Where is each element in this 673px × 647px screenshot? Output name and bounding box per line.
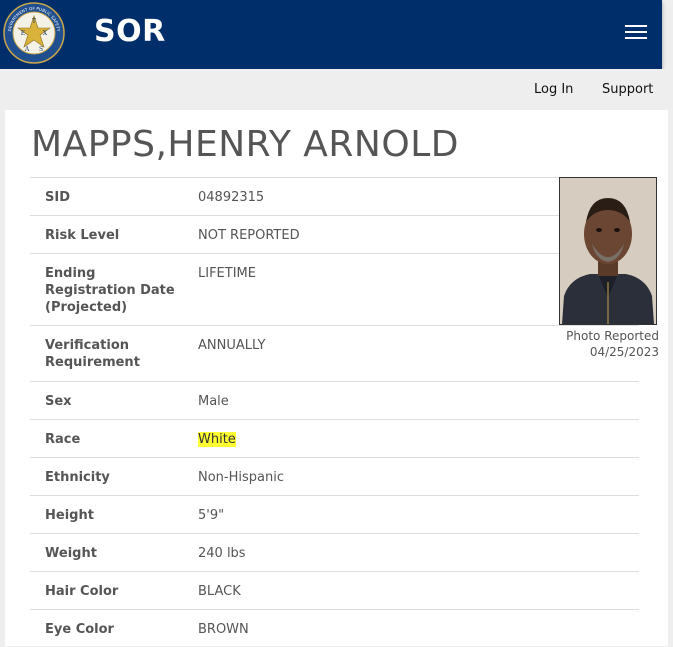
row-value: Non-Hispanic [198, 470, 284, 485]
row-value: NOT REPORTED [198, 228, 300, 243]
row-value: Male [198, 394, 229, 409]
row-label: Verification Requirement [45, 338, 140, 370]
row-label: SID [45, 190, 70, 205]
site-header: T E X A S DEPARTMENT OF PUBLIC SAFETY SO… [0, 0, 662, 69]
table-row: Eye Color BROWN [30, 609, 639, 647]
texas-dps-seal-icon[interactable]: T E X A S DEPARTMENT OF PUBLIC SAFETY [3, 2, 65, 64]
seal-letter-bottom-right: S [39, 46, 43, 53]
table-row: Ethnicity Non-Hispanic [30, 457, 639, 495]
row-value: BROWN [198, 622, 249, 637]
row-label: Hair Color [45, 584, 119, 599]
row-label: Ending Registration Date (Projected) [45, 266, 175, 315]
seal-letter-left: E [21, 30, 25, 37]
row-value: BLACK [198, 584, 241, 599]
table-row: Hair Color BLACK [30, 571, 639, 609]
hamburger-menu-icon[interactable] [620, 20, 652, 44]
table-row: Sex Male [30, 381, 639, 419]
site-brand[interactable]: SOR [94, 13, 166, 51]
photo-reported-label: Photo Reported [566, 329, 659, 343]
offender-portrait-image [560, 178, 656, 324]
row-label: Weight [45, 546, 97, 561]
row-label: Risk Level [45, 228, 120, 243]
row-value: 04892315 [198, 190, 265, 205]
row-value: 240 lbs [198, 546, 246, 561]
table-row: Ending Registration Date (Projected) LIF… [30, 253, 639, 325]
offender-detail-panel: MAPPS,HENRY ARNOLD SID 04892315 Risk Lev… [5, 110, 668, 646]
row-label: Race [45, 432, 81, 447]
photo-caption: Photo Reported 04/25/2023 [545, 328, 659, 360]
offender-details-table: SID 04892315 Risk Level NOT REPORTED End… [30, 177, 639, 647]
table-row: Risk Level NOT REPORTED [30, 215, 639, 253]
offender-name: MAPPS,HENRY ARNOLD [31, 124, 459, 165]
row-value: 5'9" [198, 508, 225, 523]
table-row: Race White [30, 419, 639, 457]
seal-letter-bottom-left: A [24, 46, 30, 53]
photo-reported-date: 04/25/2023 [589, 345, 659, 359]
seal-letter-top: T [32, 18, 36, 25]
secondary-nav: Log In Support [0, 69, 673, 109]
table-row: Weight 240 lbs [30, 533, 639, 571]
highlighted-value: White [198, 432, 236, 447]
offender-photo[interactable] [559, 177, 657, 325]
table-row: SID 04892315 [30, 177, 639, 215]
row-label: Ethnicity [45, 470, 110, 485]
row-label: Height [45, 508, 94, 523]
row-value: LIFETIME [198, 266, 256, 281]
row-label: Eye Color [45, 622, 114, 637]
seal-letter-right: X [43, 30, 48, 37]
row-label: Sex [45, 394, 72, 409]
row-value: ANNUALLY [198, 338, 266, 353]
support-link[interactable]: Support [602, 82, 653, 97]
login-link[interactable]: Log In [534, 82, 573, 97]
table-row: Height 5'9" [30, 495, 639, 533]
